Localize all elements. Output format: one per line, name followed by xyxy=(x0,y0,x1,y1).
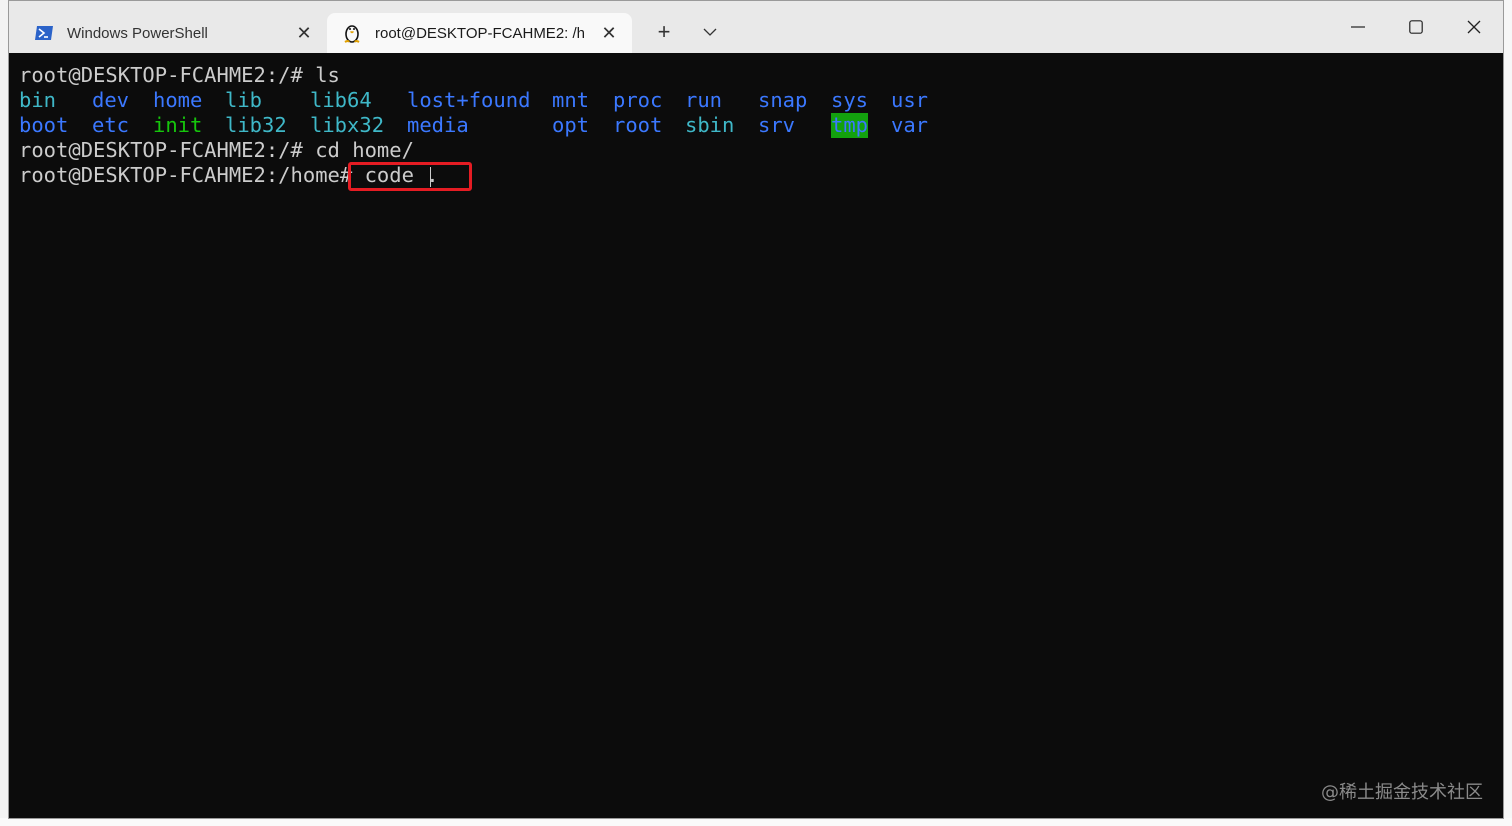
ls-entry: boot xyxy=(19,113,69,137)
window-close-button[interactable] xyxy=(1451,11,1497,43)
terminal-output[interactable]: root@DESKTOP-FCAHME2:/# ls bin dev home … xyxy=(9,53,1503,818)
ls-entry: proc xyxy=(613,88,663,112)
ls-entry: libx32 xyxy=(310,113,385,137)
highlight-annotation-box xyxy=(348,162,472,191)
chevron-down-icon[interactable] xyxy=(697,19,723,45)
ls-entry: mnt xyxy=(552,88,590,112)
tab-windows-powershell[interactable]: Windows PowerShell ✕ xyxy=(19,13,327,53)
close-icon[interactable]: ✕ xyxy=(594,23,624,44)
ls-entry: lib xyxy=(225,88,263,112)
ls-entry: dev xyxy=(92,88,130,112)
watermark: @稀土掘金技术社区 xyxy=(1321,782,1483,803)
prompt: root@DESKTOP-FCAHME2:/home# xyxy=(19,163,353,187)
close-icon[interactable]: ✕ xyxy=(289,23,319,44)
command: cd home/ xyxy=(302,138,414,162)
ls-entry: srv xyxy=(758,113,796,137)
tab-label: root@DESKTOP-FCAHME2: /h xyxy=(375,24,585,42)
ls-entry: lost+found xyxy=(407,88,531,112)
text-cursor xyxy=(430,167,431,187)
tab-label: Windows PowerShell xyxy=(67,24,208,42)
tab-root-terminal[interactable]: root@DESKTOP-FCAHME2: /h ✕ xyxy=(327,13,632,53)
ls-entry: tmp xyxy=(831,113,869,138)
ls-entry: init xyxy=(153,113,203,137)
ls-entry: lib64 xyxy=(310,88,372,112)
ls-entry: bin xyxy=(19,88,57,112)
command: ls xyxy=(302,63,340,87)
ls-entry: snap xyxy=(758,88,808,112)
background-bottom-edge xyxy=(0,818,1512,826)
terminal-line: root@DESKTOP-FCAHME2:/# cd home/ xyxy=(19,138,414,163)
minimize-button[interactable] xyxy=(1335,11,1381,43)
ls-entry: root xyxy=(613,113,663,137)
terminal-line: root@DESKTOP-FCAHME2:/# ls xyxy=(19,63,340,88)
terminal-window: Windows PowerShell ✕ root@DESKTOP-FCAHME… xyxy=(8,0,1504,819)
linux-tux-icon xyxy=(341,22,363,44)
ls-entry: run xyxy=(685,88,723,112)
ls-entry: home xyxy=(153,88,203,112)
ls-entry: etc xyxy=(92,113,130,137)
ls-entry: sbin xyxy=(685,113,735,137)
ls-entry: sys xyxy=(831,88,869,112)
ls-entry: usr xyxy=(891,88,929,112)
ls-entry: var xyxy=(891,113,929,137)
maximize-button[interactable] xyxy=(1393,11,1439,43)
title-bar[interactable]: Windows PowerShell ✕ root@DESKTOP-FCAHME… xyxy=(9,1,1503,53)
prompt: root@DESKTOP-FCAHME2:/# xyxy=(19,138,303,162)
ls-entry: opt xyxy=(552,113,590,137)
new-tab-button[interactable]: + xyxy=(649,17,679,47)
powershell-icon xyxy=(33,22,55,44)
ls-entry: lib32 xyxy=(225,113,287,137)
ls-entry: media xyxy=(407,113,469,137)
prompt: root@DESKTOP-FCAHME2:/# xyxy=(19,63,303,87)
